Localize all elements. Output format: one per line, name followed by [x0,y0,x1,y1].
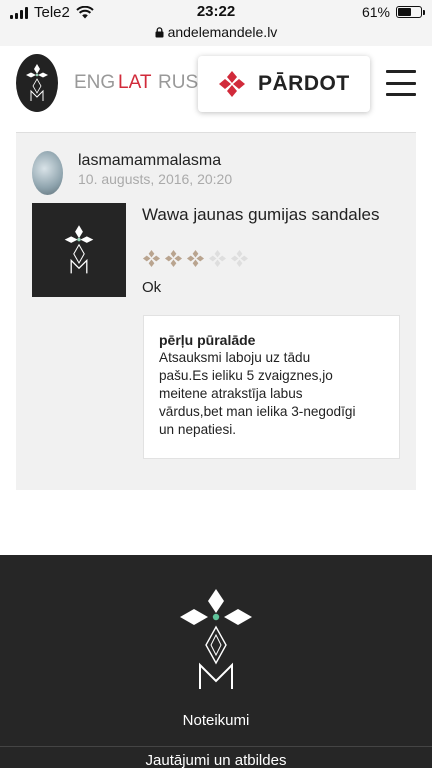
footer-divider [0,746,432,747]
hamburger-icon[interactable] [386,70,416,96]
address-bar[interactable]: andelemandele.lv [0,24,432,40]
product-placeholder-logo-icon [64,225,94,274]
url-text: andelemandele.lv [167,24,278,40]
reply-text: Atsauksmi laboju uz tādu pašu.Es ieliku … [159,349,385,439]
review-text: Ok [142,279,162,296]
review-card: lasmamammalasma 10. augusts, 2016, 20:20… [16,132,416,490]
lang-lat[interactable]: LAT [118,72,151,94]
status-bar: Tele2 23:22 andelemandele.lv 61% [0,0,432,46]
reply-line: Atsauksmi laboju uz tādu [159,350,311,365]
andelemandele-footer-logo-icon[interactable] [176,587,256,691]
rating-star-empty-icon [230,249,249,268]
rating-star-filled-icon [186,249,205,268]
sell-button[interactable]: PĀRDOT [198,56,370,112]
rating-stars [142,249,249,268]
reply-line: pašu.Es ieliku 5 zvaigznes,jo [159,368,333,383]
reply-author[interactable]: pērļu pūralāde [159,331,385,349]
avatar[interactable] [32,151,63,195]
lang-rus[interactable]: RUS [158,72,198,94]
lock-icon [155,27,164,38]
red-diamond-icon [219,71,245,97]
battery-icon [396,6,425,18]
andelemandele-logo-icon[interactable] [16,54,58,112]
sell-button-label: PĀRDOT [258,72,350,95]
rating-star-empty-icon [208,249,227,268]
status-bar-right: 61% [361,4,425,20]
lang-eng[interactable]: ENG [74,72,115,94]
footer-link-faq[interactable]: Jautājumi un atbildes [0,752,432,769]
footer-link-rules[interactable]: Noteikumi [0,712,432,729]
product-title[interactable]: Wawa jaunas gumijas sandales [142,205,402,224]
review-username[interactable]: lasmamammalasma [78,152,221,170]
review-date: 10. augusts, 2016, 20:20 [78,171,233,187]
reply-line: un nepatiesi. [159,422,237,437]
rating-star-filled-icon [142,249,161,268]
product-thumbnail[interactable] [32,203,126,297]
rating-star-filled-icon [164,249,183,268]
reply-line: meitene atrakstīja labus [159,386,303,401]
reply-line: vārdus,bet man ielika 3-negodīgi [159,404,356,419]
battery-percent: 61% [361,4,390,20]
site-header: ENG LAT RUS PĀRDOT [0,46,432,124]
site-footer: Noteikumi Jautājumi un atbildes [0,555,432,769]
seller-reply: pērļu pūralāde Atsauksmi laboju uz tādu … [143,315,400,459]
